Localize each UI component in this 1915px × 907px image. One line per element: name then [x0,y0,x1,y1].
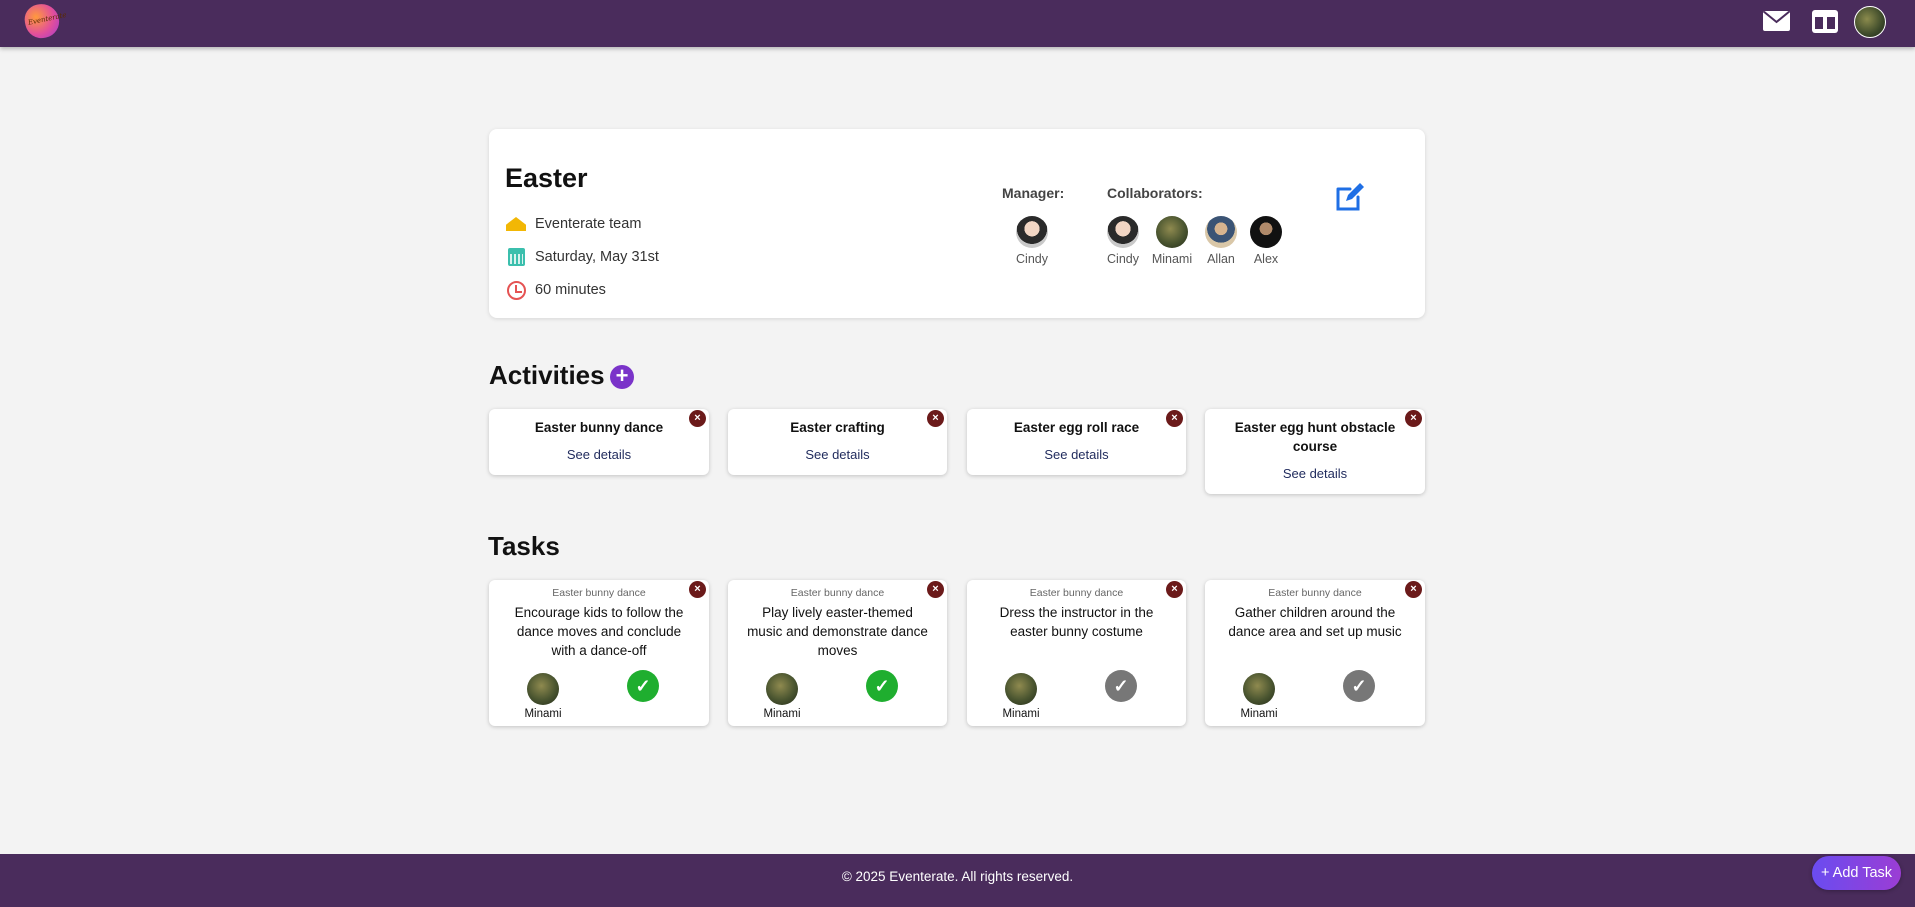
collaborator-name: Minami [1151,252,1193,266]
avatar [1005,673,1037,705]
task-activity: Easter bunny dance [552,587,646,599]
activity-card[interactable]: × Easter bunny dance See details [489,409,709,475]
collaborator-name: Alex [1253,252,1279,266]
edit-icon[interactable] [1334,181,1366,213]
activity-name: Easter bunny dance [534,420,664,435]
event-date-row: Saturday, May 31st [505,246,659,268]
avatar [1156,216,1188,248]
event-date: Saturday, May 31st [535,249,659,265]
add-activity-button[interactable]: + [610,365,634,389]
collaborator-allan[interactable]: Allan [1196,216,1246,266]
task-description: Gather children around the dance area an… [1228,605,1402,639]
close-icon[interactable]: × [927,410,944,427]
avatar [1243,673,1275,705]
app-logo[interactable]: Eventerate [21,0,67,42]
logo-text: Eventerate [27,10,68,27]
task-activity: Easter bunny dance [1268,587,1362,599]
activity-name: Easter egg roll race [1013,420,1140,435]
board-icon[interactable] [1812,10,1838,33]
event-duration-row: 60 minutes [505,279,606,301]
task-card[interactable]: × Easter bunny dance Encourage kids to f… [489,580,709,726]
task-assignee[interactable]: Minami [996,673,1046,720]
avatar [1107,216,1139,248]
footer: © 2025 Eventerate. All rights reserved. [0,854,1915,907]
tasks-heading: Tasks [488,531,560,561]
avatar [766,673,798,705]
task-description: Play lively easter-themed music and demo… [747,605,928,658]
check-icon[interactable]: ✓ [627,670,659,702]
assignee-name: Minami [763,708,801,720]
collaborator-name: Allan [1207,252,1235,266]
task-activity: Easter bunny dance [790,587,885,599]
activity-card[interactable]: × Easter egg hunt obstacle course See de… [1205,409,1425,494]
team-icon [505,213,527,235]
close-icon[interactable]: × [1405,581,1422,598]
envelope-icon[interactable] [1763,11,1790,31]
close-icon[interactable]: × [1405,410,1422,427]
event-team-row: Eventerate team [505,213,641,235]
task-description: Dress the instructor in the easter bunny… [999,605,1154,639]
top-navbar: Eventerate [0,0,1915,47]
check-icon[interactable]: ✓ [866,670,898,702]
copyright-text: © 2025 Eventerate. All rights reserved. [841,869,1074,884]
add-task-label: Add Task [1832,865,1893,881]
user-avatar[interactable] [1854,6,1886,38]
calendar-icon [505,246,527,268]
collaborator-cindy[interactable]: Cindy [1098,216,1148,266]
event-duration: 60 minutes [535,282,606,298]
assignee-name: Minami [1240,708,1278,720]
task-activity: Easter bunny dance [1029,587,1124,599]
task-card[interactable]: × Easter bunny dance Gather children aro… [1205,580,1425,726]
check-icon[interactable]: ✓ [1105,670,1137,702]
close-icon[interactable]: × [689,581,706,598]
plus-icon: + [1820,865,1830,881]
collaborator-name: Cindy [1107,252,1139,266]
task-assignee[interactable]: Minami [518,673,568,720]
check-icon[interactable]: ✓ [1343,670,1375,702]
event-summary-card: Easter Eventerate team Saturday, May 31s… [489,129,1425,318]
close-icon[interactable]: × [1166,410,1183,427]
collaborator-alex[interactable]: Alex [1241,216,1291,266]
assignee-name: Minami [524,708,562,720]
activity-card[interactable]: × Easter crafting See details [728,409,947,475]
activity-card[interactable]: × Easter egg roll race See details [967,409,1186,475]
see-details-link[interactable]: See details [728,447,947,462]
activity-name: Easter egg hunt obstacle course [1234,420,1396,454]
collaborators-label: Collaborators: [1107,185,1203,201]
see-details-link[interactable]: See details [489,447,709,462]
avatar [1016,216,1048,248]
avatar [527,673,559,705]
add-task-button[interactable]: + Add Task [1812,856,1901,890]
activities-heading: Activities [489,360,605,390]
collaborator-minami[interactable]: Minami [1147,216,1197,266]
manager-label: Manager: [1002,185,1065,201]
task-assignee[interactable]: Minami [1234,673,1284,720]
see-details-link[interactable]: See details [1205,466,1425,481]
manager-avatar-cindy[interactable]: Cindy [1007,216,1057,266]
see-details-link[interactable]: See details [967,447,1186,462]
event-team: Eventerate team [535,216,642,232]
clock-icon [505,279,527,301]
close-icon[interactable]: × [1166,581,1183,598]
task-assignee[interactable]: Minami [757,673,807,720]
task-card[interactable]: × Easter bunny dance Play lively easter-… [728,580,947,726]
event-title: Easter [505,163,588,193]
assignee-name: Minami [1002,708,1040,720]
activity-name: Easter crafting [790,420,885,435]
close-icon[interactable]: × [689,410,706,427]
task-description: Encourage kids to follow the dance moves… [514,605,684,658]
avatar [1205,216,1237,248]
manager-name: Cindy [1016,252,1048,266]
task-card[interactable]: × Easter bunny dance Dress the instructo… [967,580,1186,726]
close-icon[interactable]: × [927,581,944,598]
avatar [1250,216,1282,248]
